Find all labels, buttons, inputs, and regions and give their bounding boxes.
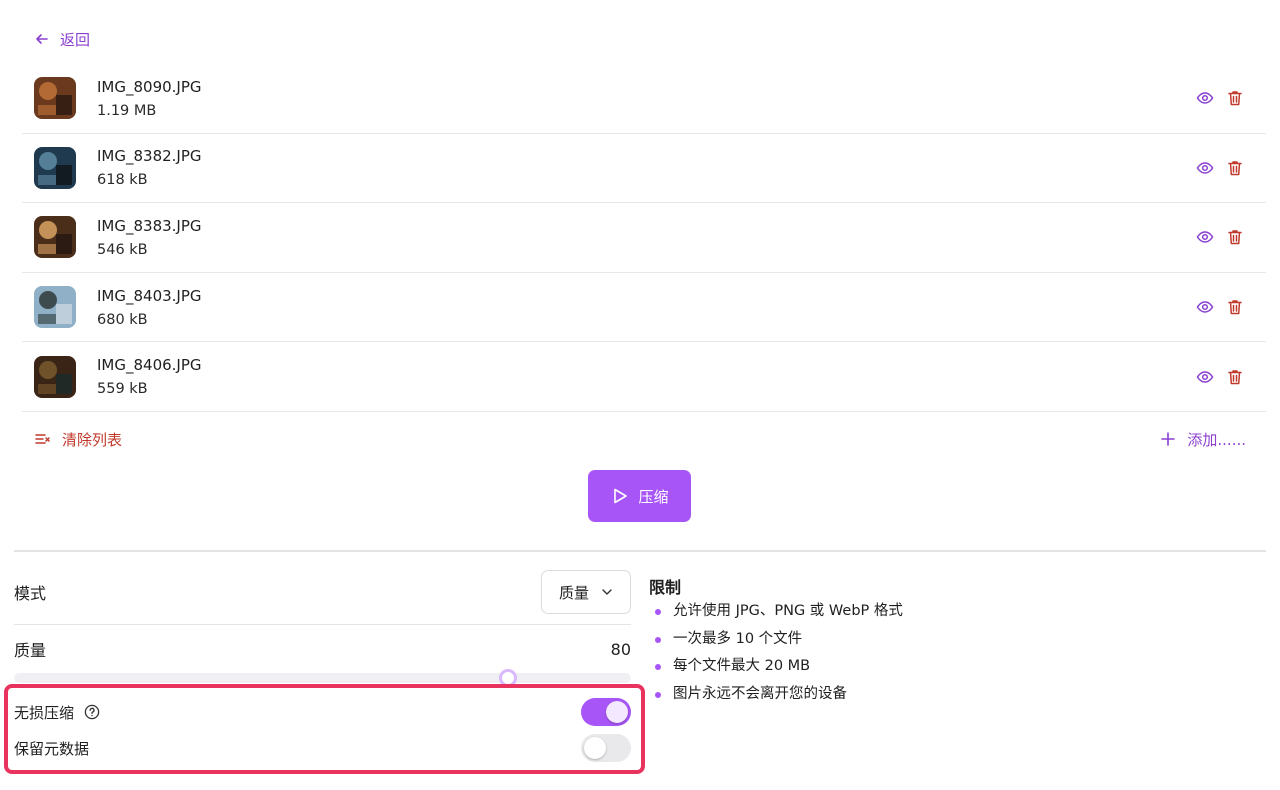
- file-thumbnail: [34, 77, 76, 120]
- file-row: IMG_8406.JPG 559 kB: [22, 342, 1266, 412]
- compress-label: 压缩: [638, 487, 669, 506]
- lossless-label: 无损压缩: [14, 703, 75, 722]
- file-size: 559 kB: [97, 381, 148, 398]
- trash-icon[interactable]: [1226, 298, 1244, 316]
- lossless-row: 无损压缩: [14, 698, 631, 726]
- file-actions: [1196, 368, 1244, 386]
- file-name: IMG_8383.JPG: [97, 216, 202, 235]
- clear-list-label: 清除列表: [62, 430, 123, 449]
- plus-icon: [1161, 432, 1176, 446]
- clear-list-button[interactable]: 清除列表: [34, 428, 122, 450]
- file-meta: IMG_8382.JPG 618 kB: [97, 147, 202, 188]
- file-row: IMG_8382.JPG 618 kB: [22, 134, 1266, 204]
- file-thumbnail: [34, 286, 76, 329]
- file-meta: IMG_8383.JPG 546 kB: [97, 217, 202, 258]
- file-row: IMG_8090.JPG 1.19 MB: [22, 64, 1266, 134]
- lossless-toggle[interactable]: [581, 698, 631, 726]
- file-thumbnail: [34, 355, 76, 398]
- file-name: IMG_8382.JPG: [97, 147, 202, 166]
- keep-metadata-toggle[interactable]: [581, 734, 631, 762]
- toggle-knob: [606, 701, 628, 723]
- file-actions: [1196, 89, 1244, 107]
- limits-list: 允许使用 JPG、PNG 或 WebP 格式 一次最多 10 个文件 每个文件最…: [649, 598, 1249, 708]
- file-row: IMG_8403.JPG 680 kB: [22, 273, 1266, 343]
- compress-button[interactable]: 压缩: [588, 470, 691, 522]
- file-name: IMG_8406.JPG: [97, 356, 202, 375]
- file-row: IMG_8383.JPG 546 kB: [22, 203, 1266, 273]
- file-size: 680 kB: [97, 311, 148, 328]
- quality-value: 80: [610, 639, 631, 659]
- add-files-label: 添加......: [1187, 430, 1246, 449]
- eye-icon[interactable]: [1196, 89, 1214, 107]
- eye-icon[interactable]: [1196, 368, 1214, 386]
- trash-icon[interactable]: [1226, 228, 1244, 246]
- keep-metadata-label: 保留元数据: [14, 739, 90, 758]
- keep-metadata-row: 保留元数据: [14, 734, 631, 762]
- eye-icon[interactable]: [1196, 298, 1214, 316]
- trash-icon[interactable]: [1226, 89, 1244, 107]
- file-name: IMG_8090.JPG: [97, 77, 202, 96]
- play-icon: [614, 488, 628, 504]
- file-size: 618 kB: [97, 172, 148, 189]
- eye-icon[interactable]: [1196, 159, 1214, 177]
- limits-item: 每个文件最大 20 MB: [649, 653, 1249, 681]
- file-list: IMG_8090.JPG 1.19 MB IMG_8382.JPG 618 kB IMG…: [22, 64, 1266, 412]
- quality-label: 质量: [14, 641, 47, 660]
- limits-item: 允许使用 JPG、PNG 或 WebP 格式: [649, 598, 1249, 626]
- mode-divider: [14, 624, 631, 625]
- file-thumbnail: [34, 146, 76, 189]
- file-thumbnail: [34, 216, 76, 259]
- chevron-down-icon: [602, 589, 612, 595]
- limits-item: 图片永远不会离开您的设备: [649, 681, 1249, 709]
- help-icon[interactable]: [84, 704, 100, 720]
- file-actions: [1196, 298, 1244, 316]
- limits-panel: 限制 允许使用 JPG、PNG 或 WebP 格式 一次最多 10 个文件 每个…: [649, 574, 1249, 708]
- trash-icon[interactable]: [1226, 368, 1244, 386]
- mode-row: 模式 质量: [14, 570, 631, 614]
- eye-icon[interactable]: [1196, 228, 1214, 246]
- mode-select[interactable]: 质量: [541, 570, 631, 614]
- mode-label: 模式: [14, 584, 47, 603]
- arrow-left-icon: [36, 34, 48, 44]
- section-divider: [14, 550, 1266, 552]
- quality-slider[interactable]: [14, 669, 631, 687]
- mode-select-value: 质量: [558, 583, 589, 602]
- file-meta: IMG_8406.JPG 559 kB: [97, 356, 202, 397]
- file-actions: [1196, 159, 1244, 177]
- quality-row: 质量 80: [14, 636, 631, 662]
- file-size: 546 kB: [97, 241, 148, 258]
- file-actions: [1196, 228, 1244, 246]
- clear-list-icon: [35, 434, 50, 444]
- file-meta: IMG_8403.JPG 680 kB: [97, 287, 202, 328]
- file-meta: IMG_8090.JPG 1.19 MB: [97, 78, 202, 119]
- compress-page: 返回 IMG_8090.JPG 1.19 MB IMG_8382.JPG 618 kB…: [0, 0, 1280, 790]
- toggle-knob: [584, 737, 606, 759]
- limits-item: 一次最多 10 个文件: [649, 626, 1249, 654]
- add-files-button[interactable]: 添加......: [1161, 428, 1246, 450]
- trash-icon[interactable]: [1226, 159, 1244, 177]
- back-link[interactable]: 返回: [34, 28, 90, 50]
- limits-title: 限制: [649, 578, 682, 597]
- file-size: 1.19 MB: [97, 102, 157, 119]
- quality-slider-thumb[interactable]: [498, 669, 517, 687]
- file-name: IMG_8403.JPG: [97, 286, 202, 305]
- back-label: 返回: [60, 30, 91, 49]
